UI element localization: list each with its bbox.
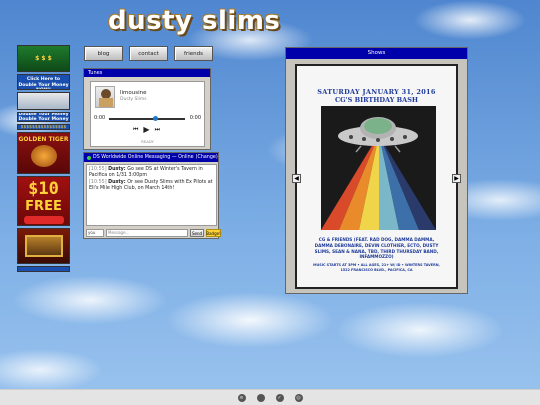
ads-column: $ $ $ Click Here to Double Your Money NO…: [17, 45, 70, 274]
double-money-ad-link[interactable]: Click Here to Double Your Money NOW!: [17, 74, 70, 90]
apple-icon[interactable]: [256, 393, 265, 402]
free-word: FREE: [25, 199, 62, 214]
player-status: READY: [141, 139, 154, 144]
song-title: limousine: [120, 90, 147, 96]
instagram-icon[interactable]: ◎: [294, 393, 303, 402]
poster-venue: MUSIC STARTS AT 3PM • ALL AGES, 21+ W/ I…: [313, 263, 440, 272]
next-icon[interactable]: ⏭: [155, 126, 160, 134]
ten-dollars-free-ad[interactable]: $10 FREE: [17, 176, 70, 226]
bank-ad[interactable]: [17, 228, 70, 264]
free-amount: $10: [28, 179, 59, 199]
previous-show-arrow-icon[interactable]: ◀: [292, 174, 301, 183]
chat-window-title[interactable]: DS Worldwide Online Messaging — Online (…: [84, 153, 218, 162]
ad-footer-strip: [17, 266, 70, 272]
footer-bar: ≋ ✓ ◎: [0, 389, 540, 405]
chat-message-user: Dusty:: [108, 179, 126, 185]
online-status-icon: [87, 155, 91, 160]
music-player: limousine Dusty Slims 0:00 0:00 ⏮ ▶ ⏭ RE…: [90, 81, 205, 147]
previous-icon[interactable]: ⏮: [133, 126, 138, 134]
progress-bar[interactable]: [109, 118, 185, 120]
building-icon: [24, 235, 63, 257]
nav-contact-button[interactable]: contact: [129, 46, 168, 61]
chat-message-text: Go see DS at Winter's Tavern in Pacifica…: [89, 167, 203, 179]
progress-handle[interactable]: [153, 116, 159, 121]
play-icon[interactable]: ▶: [143, 125, 149, 134]
badge-button[interactable]: Badge!: [206, 229, 221, 237]
nav-friends-button[interactable]: friends: [174, 46, 213, 61]
player-controls: ⏮ ▶ ⏭: [133, 125, 160, 134]
tunes-window-title[interactable]: Tunes: [84, 69, 210, 77]
chat-input-row: you Message... Send Badge!: [86, 229, 221, 237]
poster-date: SATURDAY JANUARY 31, 2016: [317, 88, 436, 96]
tiger-icon: [30, 145, 57, 167]
chat-log: [10:55] Dusty: Go see DS at Winter's Tav…: [86, 164, 217, 226]
chat-message-user: Dusty:: [108, 167, 126, 172]
play-now-button[interactable]: [23, 216, 64, 224]
golden-tiger-text: GOLDEN TIGER: [18, 136, 69, 143]
change-link[interactable]: (Change): [196, 153, 218, 162]
album-art: [95, 86, 115, 108]
double-money-ad[interactable]: Double Your Money Double Your Money: [17, 112, 70, 122]
shows-window: Shows SATURDAY JANUARY 31, 2016 CG'S BIR…: [285, 47, 468, 294]
spotify-icon[interactable]: ≋: [237, 393, 246, 402]
time-elapsed: 0:00: [94, 115, 106, 121]
time-total: 0:00: [189, 115, 201, 121]
send-button[interactable]: Send: [190, 229, 204, 237]
tunes-window: Tunes limousine Dusty Slims 0:00 0:00 ⏮ …: [83, 68, 211, 150]
chat-message-time: [10:55]: [89, 179, 107, 185]
casino-ad-banner[interactable]: $ $ $: [17, 45, 70, 72]
money-ad-image[interactable]: [17, 92, 70, 110]
poster-lineup: CG & FRIENDS (FEAT. RAD DOG, DAMMA DAMMA…: [314, 237, 439, 260]
site-title: dusty slims: [108, 6, 281, 36]
ufo-illustration: [321, 106, 436, 230]
show-poster: SATURDAY JANUARY 31, 2016 CG'S BIRTHDAY …: [295, 64, 458, 289]
chat-message: [10:55] Dusty: Or see Dusty Slims with E…: [89, 180, 214, 193]
song-artist: Dusty Slims: [120, 97, 147, 102]
message-input[interactable]: Message...: [106, 229, 188, 237]
next-show-arrow-icon[interactable]: ▶: [452, 174, 461, 183]
chat-window: DS Worldwide Online Messaging — Online (…: [83, 152, 221, 239]
chat-message: [10:55] Dusty: Go see DS at Winter's Tav…: [89, 167, 214, 180]
chat-message-time: [10:55]: [89, 167, 107, 172]
golden-tiger-ad[interactable]: GOLDEN TIGER: [17, 132, 70, 174]
nav-blog-button[interactable]: blog: [84, 46, 123, 61]
poster-event: CG'S BIRTHDAY BASH: [334, 96, 419, 104]
chat-title-text: DS Worldwide Online Messaging — Online: [93, 155, 194, 160]
shows-window-title[interactable]: Shows: [286, 48, 467, 59]
twitter-icon[interactable]: ✓: [275, 393, 284, 402]
main-nav: blog contact friends: [84, 46, 213, 61]
dollars-ad-strip[interactable]: $$$$$$$$$$$$$$$$: [17, 124, 70, 130]
name-input[interactable]: you: [86, 229, 104, 237]
